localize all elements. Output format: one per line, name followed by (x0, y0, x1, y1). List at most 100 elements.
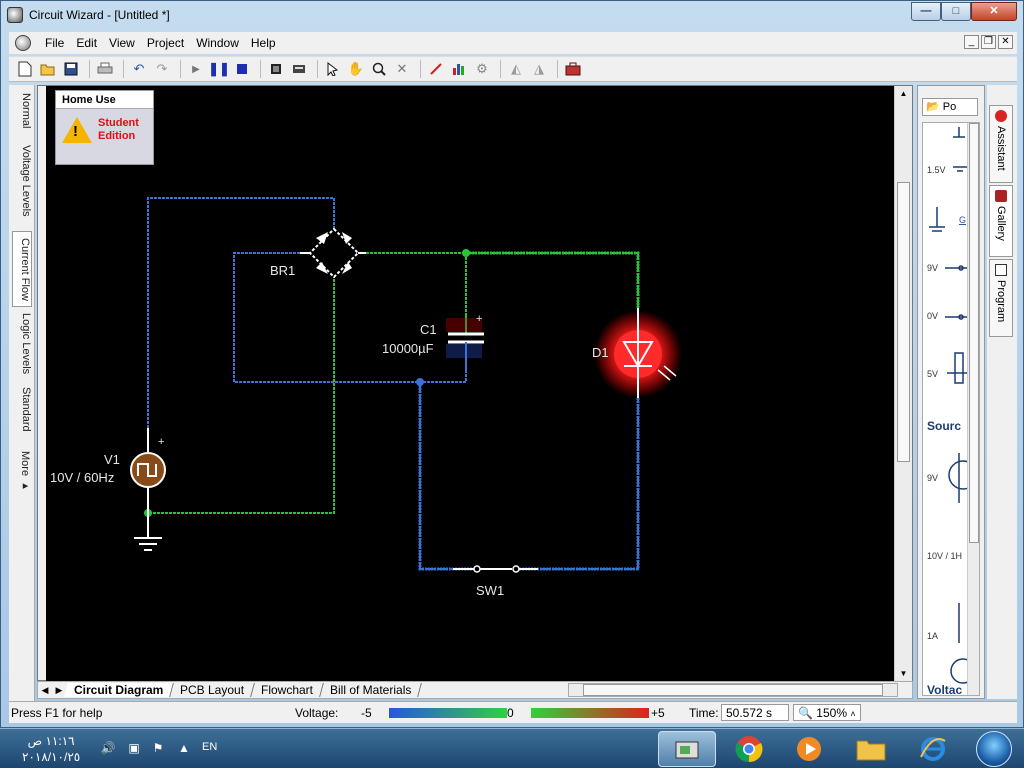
voltage-max: +5 (651, 706, 665, 720)
tab-voltage-levels[interactable]: Voltage Levels (12, 145, 32, 217)
time-label: Time: (689, 706, 719, 720)
scroll-thumb[interactable] (897, 182, 910, 462)
document-tabs: ◀ ▶ Circuit Diagram PCB Layout Flowchart… (37, 681, 913, 699)
label-c1: C1 (420, 322, 437, 337)
gallery-label-9v: 9V (927, 263, 939, 273)
tab-more[interactable]: More ▸ (12, 451, 32, 492)
graph-icon[interactable] (449, 59, 469, 79)
undo-icon[interactable]: ↶ (129, 59, 149, 79)
step-icon[interactable]: ▶ (186, 59, 206, 79)
new-icon[interactable] (15, 59, 35, 79)
mdi-close-button[interactable]: ✕ (998, 35, 1013, 49)
menu-help[interactable]: Help (245, 36, 282, 50)
document-icon[interactable] (15, 35, 31, 51)
tab-prev-icon[interactable]: ◀ (38, 685, 52, 696)
flowchart-icon (995, 264, 1007, 276)
tab-logic-levels[interactable]: Logic Levels (12, 313, 32, 374)
canvas-horizontal-scrollbar[interactable] (568, 683, 898, 697)
toolbar-separator (557, 60, 558, 78)
component-icon[interactable] (266, 59, 286, 79)
redo-icon[interactable]: ↷ (152, 59, 172, 79)
toolbox-icon[interactable] (563, 59, 583, 79)
canvas-vertical-scrollbar[interactable]: ▲ ▼ (894, 86, 912, 682)
menu-window[interactable]: Window (190, 36, 245, 50)
mdi-restore-button[interactable]: ❐ (981, 35, 996, 49)
rotate-left-icon[interactable]: ◭ (506, 59, 526, 79)
rotate-right-icon[interactable]: ◮ (529, 59, 549, 79)
component-menu-icon[interactable] (289, 59, 309, 79)
app-icon[interactable] (7, 7, 23, 23)
toolbar-separator (500, 60, 501, 78)
bridge-rectifier-br1[interactable] (300, 227, 366, 279)
stop-icon[interactable] (232, 59, 252, 79)
select-icon[interactable] (323, 59, 343, 79)
toolbar: ↶ ↷ ▶ ❚❚ ✋ ✕ ⚙ ◭ ◮ (9, 56, 1017, 82)
circuit-canvas[interactable]: Home Use ! Student Edition BR1 C1 10000µ… (46, 86, 894, 682)
scroll-thumb[interactable] (969, 123, 979, 543)
gallery-scrollbar[interactable] (967, 123, 979, 695)
show-hidden-icons-icon[interactable]: ▲ (176, 741, 192, 755)
print-icon[interactable] (95, 59, 115, 79)
scroll-down-icon[interactable]: ▼ (895, 666, 912, 682)
status-bar: Press F1 for help Voltage: -5 0 +5 Time:… (9, 701, 1017, 723)
chevron-up-icon: ˄ (850, 709, 856, 719)
tab-gallery[interactable]: Gallery (989, 185, 1013, 257)
analyze-icon[interactable]: ⚙ (472, 59, 492, 79)
internet-explorer-icon (920, 737, 946, 761)
zoom-icon[interactable] (369, 59, 389, 79)
open-icon[interactable] (38, 59, 58, 79)
tab-current-flow[interactable]: Current Flow (12, 231, 32, 307)
menu-project[interactable]: Project (141, 36, 190, 50)
tab-program[interactable]: Program (989, 259, 1013, 337)
zoom-value: 150% (816, 706, 847, 720)
mdi-minimize-button[interactable]: _ (964, 35, 979, 49)
junction-dot (416, 378, 424, 386)
voltage-label: Voltage: (295, 706, 339, 720)
taskbar-chrome[interactable] (720, 731, 778, 767)
gallery-heading-voltage: Voltac (927, 683, 963, 696)
language-indicator[interactable]: EN (202, 741, 217, 753)
scroll-up-icon[interactable]: ▲ (895, 86, 912, 102)
pan-icon[interactable]: ✋ (346, 59, 366, 79)
tray-clock[interactable]: ١١:١٦ ص ٢٠١٨/١٠/٢٥ (22, 733, 80, 765)
taskbar-circuit-wizard[interactable] (658, 731, 716, 767)
ground-symbol (134, 513, 162, 551)
action-center-icon[interactable]: ⚑ (150, 741, 166, 755)
tab-standard[interactable]: Standard (12, 387, 32, 432)
scroll-thumb[interactable] (583, 684, 883, 696)
component-list[interactable]: 1.5V G 9V 0V 5V Sourc 9V 10V / 1H 1A Vol… (922, 122, 980, 696)
mdi-controls: _ ❐ ✕ (964, 35, 1013, 49)
taskbar-internet-explorer[interactable] (904, 731, 962, 767)
minimize-button[interactable]: — (911, 2, 941, 21)
label-sw1: SW1 (476, 583, 505, 598)
category-select[interactable]: 📂 Po (922, 98, 978, 116)
close-button[interactable]: ✕ (971, 2, 1017, 21)
menu-view[interactable]: View (103, 36, 141, 50)
tab-assistant[interactable]: Assistant (989, 105, 1013, 183)
tab-normal[interactable]: Normal (12, 93, 32, 128)
taskbar-explorer[interactable] (842, 731, 900, 767)
volume-icon[interactable]: 🔊 (100, 741, 116, 755)
voltage-mid: 0 (507, 706, 514, 720)
tab-pcb-layout[interactable]: PCB Layout (170, 683, 256, 697)
label-v1-value: 10V / 60Hz (50, 470, 115, 485)
save-icon[interactable] (61, 59, 81, 79)
chrome-icon (735, 736, 763, 763)
maximize-button[interactable]: □ (941, 2, 971, 21)
tab-circuit-diagram[interactable]: Circuit Diagram (64, 683, 175, 697)
tab-flowchart[interactable]: Flowchart (251, 683, 325, 697)
menu-file[interactable]: File (39, 36, 70, 50)
toolbar-separator (260, 60, 261, 78)
menu-edit[interactable]: Edit (70, 36, 103, 50)
voltage-min: -5 (361, 706, 372, 720)
switch-sw1[interactable] (453, 565, 538, 573)
delete-icon[interactable]: ✕ (392, 59, 412, 79)
tab-bill-of-materials[interactable]: Bill of Materials (320, 683, 423, 697)
start-button[interactable] (976, 731, 1012, 767)
taskbar-media-player[interactable] (780, 731, 838, 767)
zoom-field[interactable]: 🔍 150% ˄ (793, 704, 861, 721)
probe-icon[interactable] (426, 59, 446, 79)
pause-icon[interactable]: ❚❚ (208, 59, 230, 79)
taskbar: ١١:١٦ ص ٢٠١٨/١٠/٢٥ 🔊 ▣ ⚑ ▲ EN (0, 728, 1024, 768)
network-icon[interactable]: ▣ (126, 741, 142, 755)
